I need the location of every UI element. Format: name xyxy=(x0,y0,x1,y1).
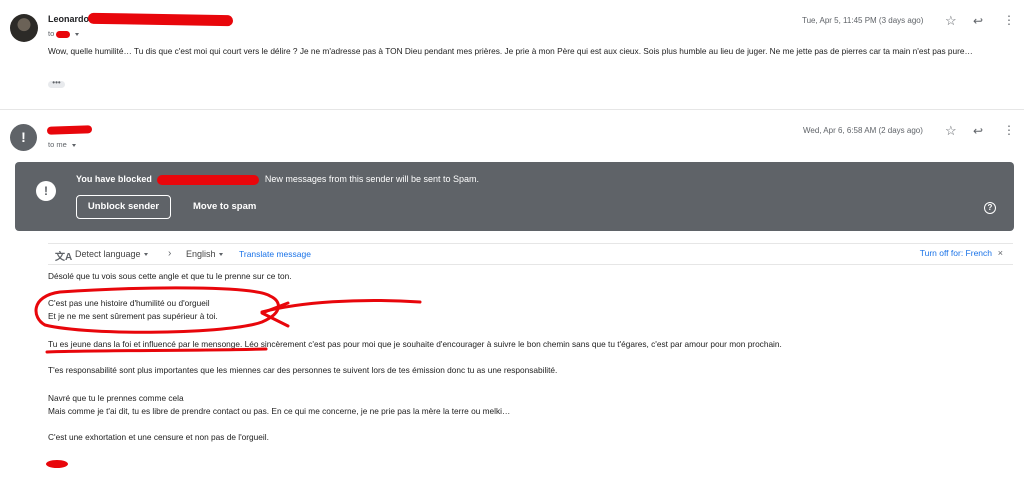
translate-message-link[interactable]: Translate message xyxy=(239,249,311,259)
more-vert-icon[interactable]: ⋮ xyxy=(1003,14,1015,26)
redaction-mark xyxy=(46,125,93,135)
chevron-down-icon xyxy=(143,253,148,257)
reply-line: T'es responsabilité sont plus importante… xyxy=(48,365,558,375)
alert-icon: ! xyxy=(36,181,56,201)
message-body: Wow, quelle humilité… Tu dis que c'est m… xyxy=(48,46,973,56)
turn-off-translate-link[interactable]: Turn off for: French xyxy=(920,248,992,258)
blocked-prefix: You have blocked xyxy=(76,174,152,184)
close-icon[interactable]: × xyxy=(998,248,1003,258)
reply-line: Tu es jeune dans la foi et influencé par… xyxy=(48,339,782,349)
show-trimmed-button[interactable]: ••• xyxy=(48,79,65,88)
recipient-line[interactable]: to me xyxy=(48,140,76,149)
star-icon[interactable]: ☆ xyxy=(945,14,957,27)
recipient-line[interactable]: to xyxy=(48,29,80,38)
sender-name[interactable]: Leonardo xyxy=(48,14,89,24)
target-language-select[interactable]: English xyxy=(186,249,223,259)
chevron-down-icon xyxy=(218,253,223,257)
reply-line: C'est pas une histoire d'humilité ou d'o… xyxy=(48,298,210,308)
redaction-mark xyxy=(87,12,234,27)
redaction-mark xyxy=(46,460,68,468)
translate-icon: 文A xyxy=(55,252,73,263)
source-language-label: Detect language xyxy=(75,249,141,259)
message-1: Leonardo to Tue, Apr 5, 11:45 PM (3 days… xyxy=(0,0,1024,110)
blocked-sender-banner: ! You have blocked New messages from thi… xyxy=(15,162,1014,231)
star-icon[interactable]: ☆ xyxy=(945,124,957,137)
reply-line: Et je ne me sent sûrement pas supérieur … xyxy=(48,311,218,321)
redaction-mark xyxy=(157,174,260,185)
message-date: Tue, Apr 5, 11:45 PM (3 days ago) xyxy=(802,16,924,25)
source-language-select[interactable]: Detect language xyxy=(75,249,148,259)
more-vert-icon[interactable]: ⋮ xyxy=(1003,124,1015,136)
annotation-arrowhead xyxy=(260,301,290,328)
reply-line: Mais comme je t'ai dit, tu es libre de p… xyxy=(48,406,511,416)
annotation-arrow xyxy=(260,298,422,314)
help-icon[interactable]: ? xyxy=(984,202,996,214)
move-to-spam-button[interactable]: Move to spam xyxy=(183,195,266,219)
sender-avatar[interactable] xyxy=(10,14,38,42)
chevron-down-icon[interactable] xyxy=(71,143,76,147)
blocked-suffix: New messages from this sender will be se… xyxy=(264,174,479,184)
blocked-message: You have blocked New messages from this … xyxy=(76,174,479,185)
chevron-right-icon: › xyxy=(168,248,172,259)
recipient-label: to me xyxy=(48,140,67,149)
reply-line: Navré que tu le prennes comme cela xyxy=(48,393,184,403)
reply-line: C'est une exhortation et une censure et … xyxy=(48,432,269,442)
translate-bar: 文A Detect language › English Translate m… xyxy=(48,243,1013,265)
recipient-label: to xyxy=(48,29,55,38)
target-language-label: English xyxy=(186,249,216,259)
message-date: Wed, Apr 6, 6:58 AM (2 days ago) xyxy=(803,126,923,135)
redaction-mark xyxy=(56,30,71,38)
chevron-down-icon[interactable] xyxy=(75,32,80,36)
alert-icon: ! xyxy=(10,124,37,151)
reply-line: Désolé que tu vois sous cette angle et q… xyxy=(48,271,292,281)
reply-icon[interactable]: ↩ xyxy=(973,125,983,137)
reply-icon[interactable]: ↩ xyxy=(973,15,983,27)
unblock-sender-button[interactable]: Unblock sender xyxy=(76,195,171,219)
